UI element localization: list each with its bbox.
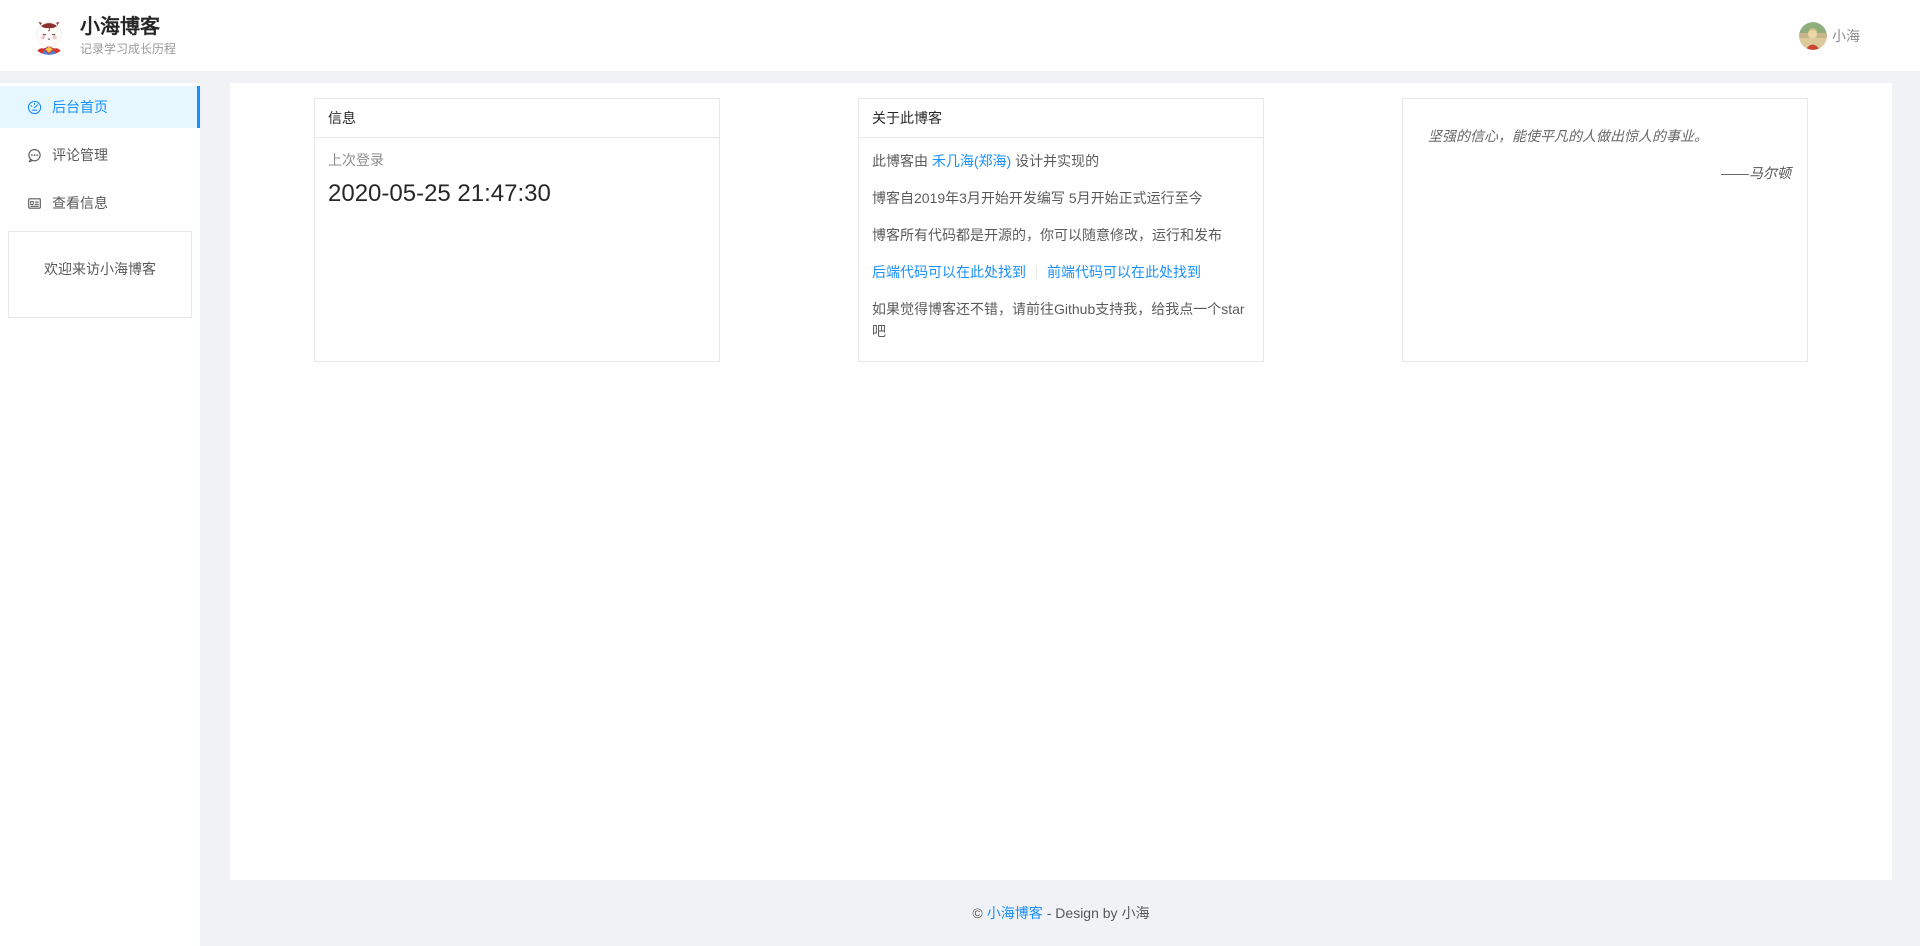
sidebar: 后台首页 评论管理 — [0, 83, 200, 946]
sidebar-item-dashboard[interactable]: 后台首页 — [0, 86, 200, 128]
quote-author: ——马尔顿 — [1428, 163, 1791, 183]
sidebar-item-label: 查看信息 — [52, 193, 108, 213]
footer: © 小海博客 - Design by 小海 — [230, 880, 1892, 946]
admin-dashboard: 小海博客 记录学习成长历程 小海 — [0, 0, 1920, 946]
sidebar-item-view-info[interactable]: 查看信息 — [0, 182, 200, 224]
about-card: 关于此博客 此博客由 禾几海(郑海) 设计并实现的 博客自2019年3月开始开发… — [858, 98, 1264, 362]
page-title: 小海博客 — [80, 15, 176, 40]
quote-text: 坚强的信心，能使平凡的人做出惊人的事业。 — [1428, 125, 1791, 147]
about-line-history: 博客自2019年3月开始开发编写 5月开始正式运行至今 — [872, 187, 1250, 209]
info-card: 信息 上次登录 2020-05-25 21:47:30 — [314, 98, 720, 362]
message-icon — [27, 148, 42, 163]
header: 小海博客 记录学习成长历程 小海 — [0, 0, 1920, 72]
copyright-symbol: © — [972, 905, 982, 921]
sidebar-item-label: 评论管理 — [52, 145, 108, 165]
user-name[interactable]: 小海 — [1832, 26, 1860, 46]
welcome-text: 欢迎来访小海博客 — [44, 261, 156, 277]
footer-author: 小海 — [1122, 903, 1150, 923]
frontend-code-link[interactable]: 前端代码可以在此处找到 — [1047, 264, 1201, 280]
last-login-value: 2020-05-25 21:47:30 — [328, 178, 706, 210]
info-card-title: 信息 — [315, 99, 719, 138]
about-card-body: 此博客由 禾几海(郑海) 设计并实现的 博客自2019年3月开始开发编写 5月开… — [859, 138, 1263, 354]
welcome-box: 欢迎来访小海博客 — [8, 231, 192, 318]
page-subtitle: 记录学习成长历程 — [80, 42, 176, 57]
quote-card: 坚强的信心，能使平凡的人做出惊人的事业。 ——马尔顿 — [1402, 98, 1808, 362]
backend-code-link[interactable]: 后端代码可以在此处找到 — [872, 264, 1026, 280]
about-line-author: 此博客由 禾几海(郑海) 设计并实现的 — [872, 150, 1250, 172]
vertical-divider — [1036, 266, 1037, 280]
about-card-title: 关于此博客 — [859, 99, 1263, 138]
about-author-prefix: 此博客由 — [872, 153, 932, 169]
logo-icon — [30, 17, 68, 55]
brand-text: 小海博客 记录学习成长历程 — [80, 15, 176, 57]
info-card-body: 上次登录 2020-05-25 21:47:30 — [315, 138, 719, 222]
author-link[interactable]: 禾几海(郑海) — [932, 153, 1011, 169]
about-author-suffix: 设计并实现的 — [1011, 153, 1099, 169]
sidebar-item-comments[interactable]: 评论管理 — [0, 134, 200, 176]
brand[interactable]: 小海博客 记录学习成长历程 — [30, 15, 176, 57]
footer-site-link[interactable]: 小海博客 — [987, 903, 1043, 923]
sidebar-item-label: 后台首页 — [52, 97, 108, 117]
user-menu[interactable]: 小海 — [1799, 22, 1860, 50]
about-line-star: 如果觉得博客还不错，请前往Github支持我，给我点一个star吧 — [872, 298, 1250, 342]
about-line-code-links: 后端代码可以在此处找到 前端代码可以在此处找到 — [872, 261, 1250, 283]
idcard-icon — [27, 196, 42, 211]
dashboard-icon — [27, 100, 42, 115]
cards-row: 信息 上次登录 2020-05-25 21:47:30 关于此博客 此博客由 禾… — [314, 98, 1808, 362]
sidebar-menu: 后台首页 评论管理 — [0, 83, 200, 224]
about-line-opensource: 博客所有代码都是开源的，你可以随意修改，运行和发布 — [872, 224, 1250, 246]
avatar[interactable] — [1799, 22, 1827, 50]
footer-middle-text: - Design by — [1047, 905, 1118, 921]
last-login-label: 上次登录 — [328, 150, 706, 170]
main-content: 信息 上次登录 2020-05-25 21:47:30 关于此博客 此博客由 禾… — [230, 83, 1892, 880]
